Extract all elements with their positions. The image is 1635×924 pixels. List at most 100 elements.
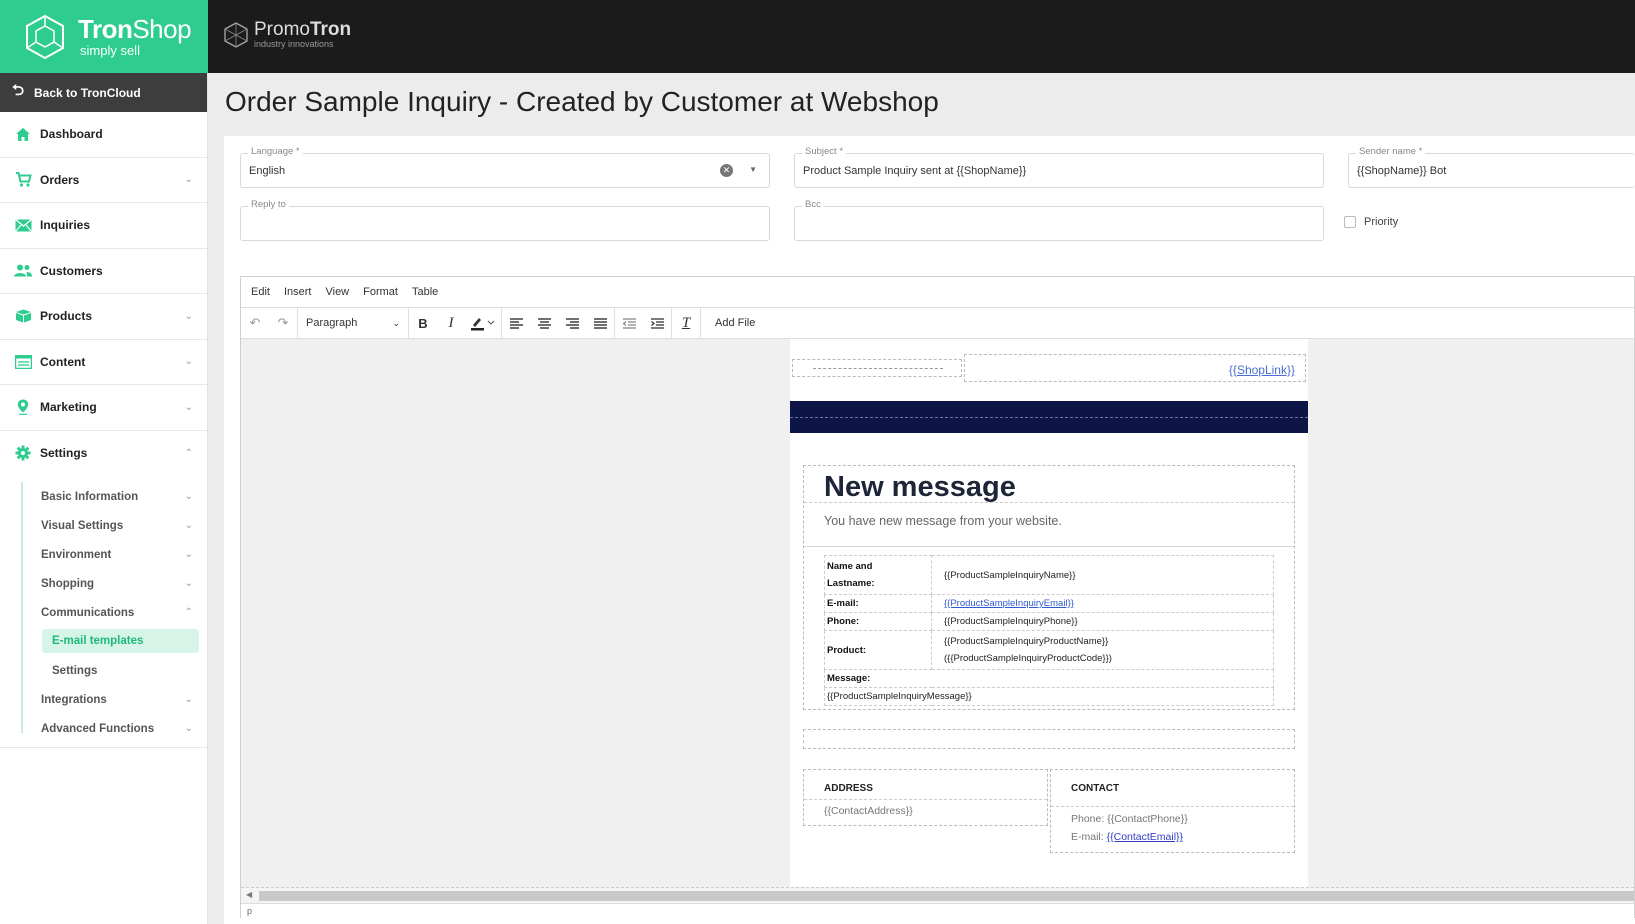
header-band	[790, 401, 1308, 433]
contact-email-link[interactable]: {{ContactEmail}}	[1107, 831, 1183, 843]
sidebar-item-customers[interactable]: Customers	[0, 249, 207, 294]
phone-key: Phone:	[824, 612, 932, 631]
block-format-select[interactable]: Paragraph ⌄	[298, 308, 408, 339]
sidebar-item-email-templates[interactable]: E-mail templates	[42, 629, 199, 653]
editor-statusbar: p	[241, 903, 1634, 918]
clear-icon[interactable]: ✕	[720, 164, 733, 177]
submenu-guide-line	[21, 482, 23, 733]
subject-value: Product Sample Inquiry sent at {{ShopNam…	[803, 165, 1027, 177]
scroll-left-icon[interactable]: ◀	[246, 890, 252, 899]
editor-menubar: Edit Insert View Format Table	[241, 277, 1634, 308]
horizontal-scrollbar[interactable]: ◀	[241, 887, 1634, 903]
partner-logo: PromoTron industry innovations	[224, 20, 351, 49]
shop-link[interactable]: {{ShopLink}}	[1229, 363, 1295, 377]
email-key: E-mail:	[824, 594, 932, 613]
address-value: {{ContactAddress}}	[824, 805, 913, 817]
clear-formatting-icon[interactable]: T	[672, 308, 700, 339]
template-form-panel: Language * English ✕ ▼ Subject * Product…	[224, 136, 1635, 924]
subject-label: Subject *	[802, 146, 847, 157]
sidebar-item-shopping[interactable]: Shopping ⌄	[22, 569, 207, 598]
highlight-color-icon[interactable]	[465, 308, 501, 339]
redo-icon[interactable]: ↷	[269, 308, 297, 339]
sidebar-item-marketing[interactable]: Marketing ⌄	[0, 385, 207, 431]
sidebar-item-communications-settings[interactable]: Settings	[42, 656, 199, 685]
sidebar-item-inquiries[interactable]: Inquiries	[0, 203, 207, 249]
menu-insert[interactable]: Insert	[284, 286, 312, 298]
chevron-down-icon: ⌄	[184, 549, 193, 560]
sidebar-item-label: Dashboard	[40, 127, 103, 142]
dropdown-arrow-icon[interactable]: ▼	[749, 165, 757, 174]
subject-input[interactable]: Subject * Product Sample Inquiry sent at…	[794, 146, 1324, 188]
email-subheading: You have new message from your website.	[824, 514, 1062, 528]
contact-email-prefix: E-mail:	[1071, 831, 1107, 843]
sidebar-item-orders[interactable]: Orders ⌄	[0, 158, 207, 203]
chevron-up-icon: ⌃	[184, 447, 193, 459]
add-file-button[interactable]: Add File	[701, 317, 755, 329]
sidebar-item-products[interactable]: Products ⌄	[0, 294, 207, 340]
bcc-input[interactable]: Bcc	[794, 199, 1324, 241]
chevron-up-icon: ⌃	[184, 607, 193, 618]
communications-submenu: E-mail templates Settings	[22, 629, 207, 685]
sidebar-item-settings[interactable]: Settings ⌃	[0, 431, 207, 477]
scroll-thumb[interactable]	[259, 891, 1634, 901]
back-label: Back to TronCloud	[34, 85, 141, 100]
sidebar-item-advanced-functions[interactable]: Advanced Functions ⌄	[22, 714, 207, 743]
language-select[interactable]: Language * English ✕ ▼	[240, 146, 770, 188]
italic-icon[interactable]: I	[437, 308, 465, 339]
priority-checkbox[interactable]: Priority	[1344, 216, 1398, 228]
table-row: Message:	[824, 669, 1274, 688]
contact-phone-value: {{ContactPhone}}	[1107, 813, 1188, 825]
product-name-value: {{ProductSampleInquiryProductName}}	[944, 636, 1109, 647]
block-format-value: Paragraph	[306, 317, 358, 329]
menu-table[interactable]: Table	[412, 286, 438, 298]
chevron-down-icon: ⌄	[184, 310, 193, 322]
name-value: {{ProductSampleInquiryName}}	[931, 555, 1274, 595]
reply-to-input[interactable]: Reply to	[240, 199, 770, 241]
content-icon	[13, 354, 33, 369]
address-heading: ADDRESS	[824, 783, 873, 794]
brand-name-bold: Tron	[78, 14, 133, 44]
top-bar: TronShop simply sell PromoTron industry …	[0, 0, 1635, 73]
sidebar-item-label: Settings	[40, 446, 88, 461]
chevron-down-icon: ⌄	[392, 317, 400, 328]
back-to-troncloud-button[interactable]: ⮌ Back to TronCloud	[0, 73, 207, 112]
outdent-icon[interactable]	[615, 308, 643, 339]
sidebar-item-environment[interactable]: Environment ⌄	[22, 540, 207, 569]
sidebar-item-integrations[interactable]: Integrations ⌄	[22, 685, 207, 714]
menu-view[interactable]: View	[325, 286, 349, 298]
sender-name-value: {{ShopName}} Bot	[1357, 165, 1447, 177]
submenu-label: Advanced Functions	[41, 722, 155, 735]
undo-icon[interactable]: ↶	[241, 308, 269, 339]
brand-logo[interactable]: TronShop simply sell	[0, 0, 208, 73]
cart-icon	[13, 172, 33, 187]
align-right-icon[interactable]	[558, 308, 586, 339]
envelope-icon	[13, 218, 33, 232]
editor-canvas[interactable]: {{ShopLink}} New message You have new me…	[241, 339, 1634, 887]
sidebar-item-visual-settings[interactable]: Visual Settings ⌄	[22, 511, 207, 540]
sidebar-item-content[interactable]: Content ⌄	[0, 340, 207, 385]
table-row: Phone: {{ProductSampleInquiryPhone}}	[824, 612, 1274, 631]
bold-icon[interactable]: B	[409, 308, 437, 339]
message-key: Message:	[824, 669, 1274, 688]
sidebar-item-communications[interactable]: Communications ⌃	[22, 598, 207, 627]
sender-name-input[interactable]: Sender name * {{ShopName}} Bot	[1348, 146, 1635, 188]
checkbox-box[interactable]	[1344, 216, 1356, 228]
pin-icon	[13, 399, 33, 416]
menu-format[interactable]: Format	[363, 286, 398, 298]
chevron-down-icon: ⌄	[184, 520, 193, 531]
sidebar-item-dashboard[interactable]: Dashboard	[0, 112, 207, 158]
align-center-icon[interactable]	[530, 308, 558, 339]
align-justify-icon[interactable]	[586, 308, 614, 339]
submenu-label: Shopping	[41, 577, 95, 590]
submenu-label: Integrations	[41, 693, 107, 706]
sender-name-label: Sender name *	[1356, 146, 1426, 157]
email-value-link[interactable]: {{ProductSampleInquiryEmail}}	[944, 598, 1074, 609]
cube-logo-icon	[26, 14, 64, 59]
chevron-down-icon: ⌄	[184, 578, 193, 589]
table-row: Name and Lastname: {{ProductSampleInquiry…	[824, 555, 1274, 595]
indent-icon[interactable]	[643, 308, 671, 339]
menu-edit[interactable]: Edit	[251, 286, 270, 298]
align-left-icon[interactable]	[502, 308, 530, 339]
partner-tagline: industry innovations	[254, 39, 334, 49]
sidebar-item-basic-information[interactable]: Basic Information ⌄	[22, 482, 207, 511]
